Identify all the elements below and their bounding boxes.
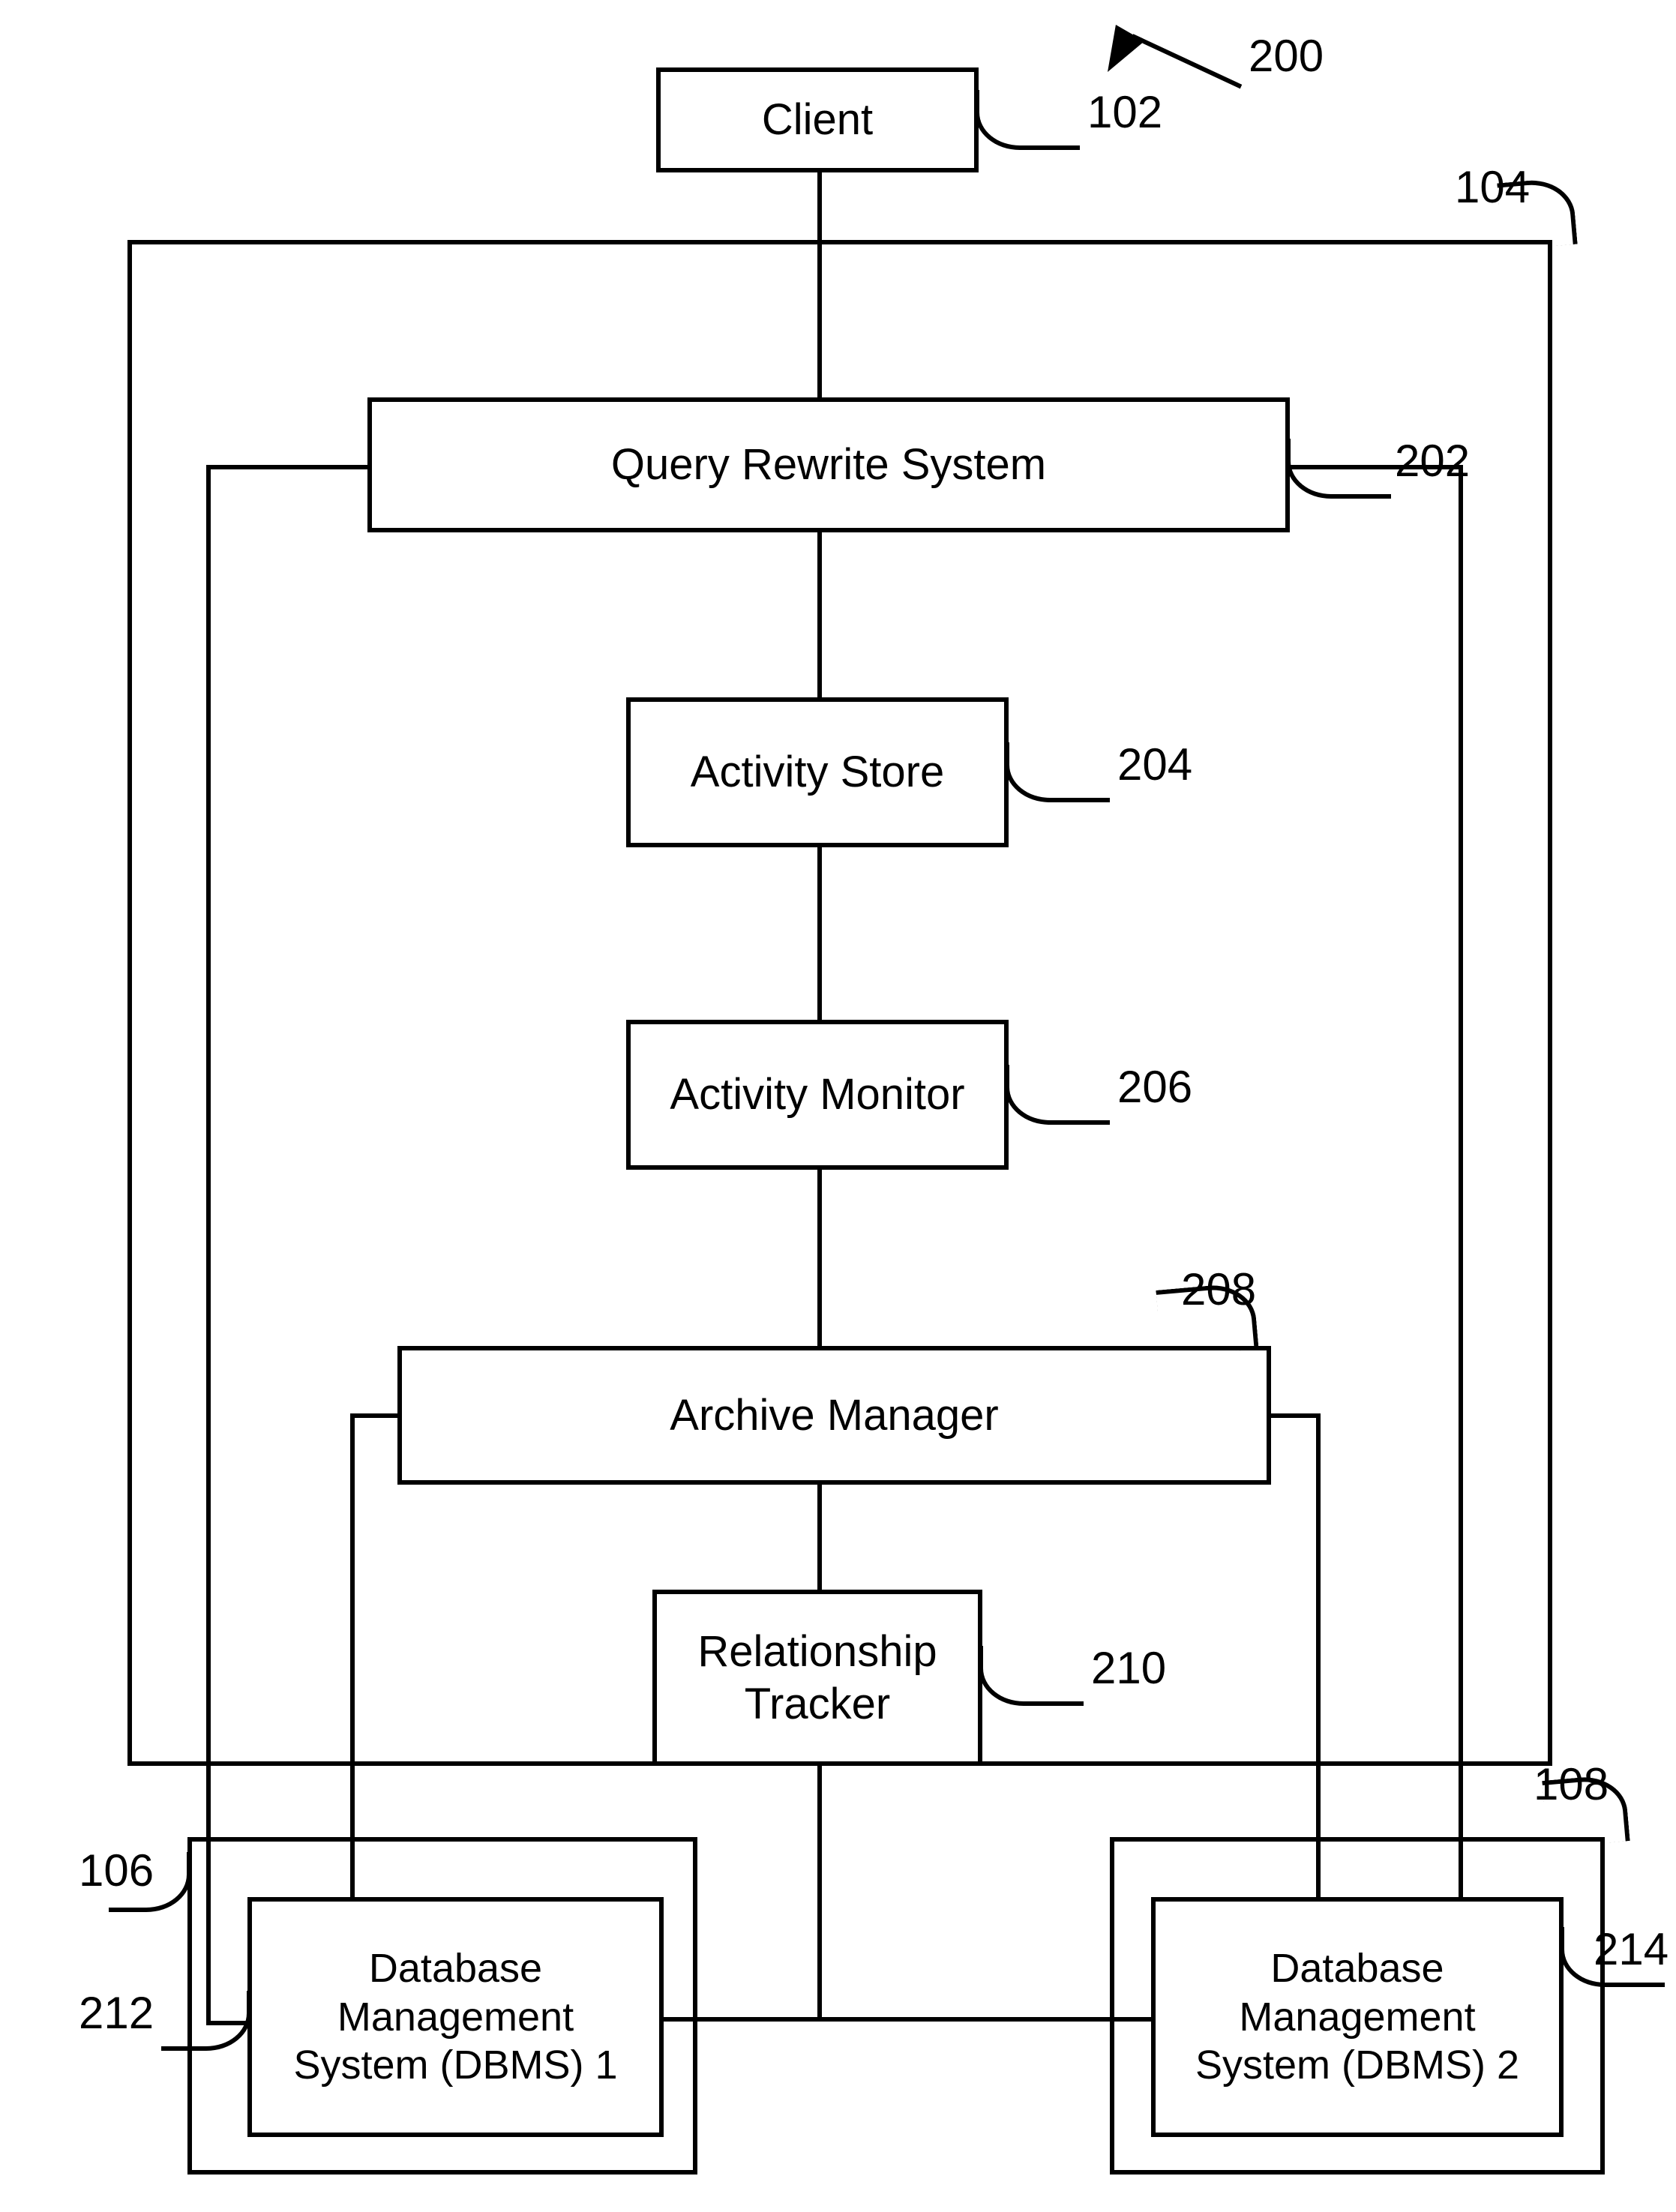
query-rewrite-box: Query Rewrite System: [367, 397, 1290, 532]
activity-monitor-box: Activity Monitor: [626, 1020, 1009, 1170]
archive-manager-box: Archive Manager: [397, 1346, 1271, 1485]
ref-204: 204: [1117, 739, 1192, 790]
ref-108: 108: [1534, 1758, 1609, 1810]
arrowhead-icon: [1093, 25, 1144, 80]
dbms2-box: Database Management System (DBMS) 2: [1151, 1897, 1564, 2137]
ref-206: 206: [1117, 1061, 1192, 1113]
ref-208: 208: [1181, 1263, 1256, 1315]
diagram-canvas: Client Query Rewrite System Activity Sto…: [0, 0, 1676, 2212]
activity-store-box: Activity Store: [626, 697, 1009, 847]
client-label: Client: [762, 94, 873, 146]
ref-106: 106: [79, 1845, 154, 1896]
query-rewrite-label: Query Rewrite System: [611, 439, 1046, 491]
ref-214: 214: [1594, 1923, 1669, 1975]
relationship-tracker-box: Relationship Tracker: [652, 1590, 982, 1766]
dbms2-label: Database Management System (DBMS) 2: [1195, 1944, 1519, 2090]
ref-202: 202: [1395, 435, 1470, 487]
activity-store-label: Activity Store: [691, 746, 944, 799]
archive-manager-label: Archive Manager: [670, 1389, 998, 1442]
client-box: Client: [656, 67, 979, 172]
ref-102: 102: [1087, 86, 1162, 138]
dbms1-label: Database Management System (DBMS) 1: [293, 1944, 617, 2090]
dbms1-box: Database Management System (DBMS) 1: [247, 1897, 664, 2137]
ref-200: 200: [1249, 30, 1324, 82]
relationship-tracker-label: Relationship Tracker: [697, 1626, 937, 1730]
ref-104: 104: [1455, 161, 1530, 213]
ref-210: 210: [1091, 1642, 1166, 1694]
ref-212: 212: [79, 1987, 154, 2039]
activity-monitor-label: Activity Monitor: [670, 1069, 964, 1121]
